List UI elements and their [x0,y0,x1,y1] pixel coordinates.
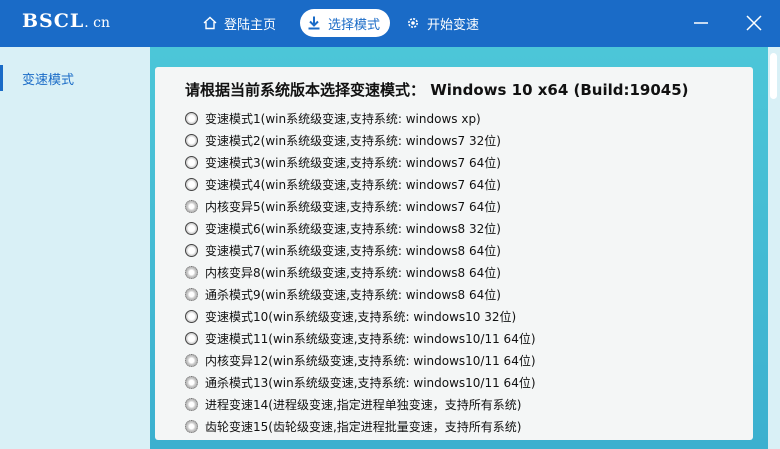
mode-option-label: 变速模式4(win系统级变速,支持系统: windows7 64位) [205,177,501,192]
mode-option-label: 变速模式11(win系统级变速,支持系统: windows10/11 64位) [205,331,536,346]
mode-option-label: 通杀模式13(win系统级变速,支持系统: windows10/11 64位) [205,375,536,390]
mode-option-label: 变速模式7(win系统级变速,支持系统: windows8 64位) [205,243,501,258]
mode-option[interactable]: 变速模式3(win系统级变速,支持系统: windows7 64位) [185,151,745,173]
scrollbar-thumb[interactable] [770,53,777,99]
mode-panel: 请根据当前系统版本选择变速模式： Windows 10 x64 (Build:1… [155,67,753,440]
mode-option-label: 进程变速14(进程级变速,指定进程单独变速，支持所有系统) [205,397,522,412]
mode-option[interactable]: 齿轮变速15(齿轮级变速,指定进程批量变速，支持所有系统) [185,415,745,437]
radio-icon[interactable] [185,221,198,235]
nav-home-label: 登陆主页 [224,17,277,33]
mode-option[interactable]: 内核变异5(win系统级变速,支持系统: windows7 64位) [185,195,745,217]
nav-select-mode[interactable]: 选择模式 [300,9,391,37]
gear-icon[interactable] [185,287,198,301]
home-icon [203,16,217,30]
mode-option-label: 变速模式10(win系统级变速,支持系统: windows10 32位) [205,309,517,324]
sidebar-item-speed-mode[interactable]: 变速模式 [0,65,150,91]
close-icon[interactable] [743,12,765,34]
mode-option[interactable]: 变速模式2(win系统级变速,支持系统: windows7 32位) [185,129,745,151]
mode-option[interactable]: 通杀模式9(win系统级变速,支持系统: windows8 64位) [185,283,745,305]
sidebar-active-indicator [0,65,3,91]
mode-option-label: 内核变异5(win系统级变速,支持系统: windows7 64位) [205,199,501,214]
mode-option[interactable]: 变速模式10(win系统级变速,支持系统: windows10 32位) [185,305,745,327]
nav-start-speed[interactable]: 开始变速 [395,9,489,37]
mode-option-label: 变速模式6(win系统级变速,支持系统: windows8 32位) [205,221,501,236]
gear-icon[interactable] [185,397,198,411]
mode-option-list: 变速模式1(win系统级变速,支持系统: windows xp) 变速模式2(wi… [185,107,745,437]
system-prompt: 请根据当前系统版本选择变速模式： Windows 10 x64 (Build:1… [185,81,689,99]
mode-option[interactable]: 通杀模式13(win系统级变速,支持系统: windows10/11 64位) [185,371,745,393]
app-logo: BSCL. cn [22,10,110,32]
nav-mode-label: 选择模式 [328,17,381,33]
gear-icon[interactable] [185,375,198,389]
mode-option[interactable]: 变速模式1(win系统级变速,支持系统: windows xp) [185,107,745,129]
mode-option-label: 通杀模式9(win系统级变速,支持系统: windows8 64位) [205,287,501,302]
mode-option-label: 齿轮变速15(齿轮级变速,指定进程批量变速，支持所有系统) [205,419,522,434]
scrollbar[interactable] [768,47,780,449]
mode-option[interactable]: 变速模式4(win系统级变速,支持系统: windows7 64位) [185,173,745,195]
radio-icon[interactable] [185,111,198,125]
mode-option[interactable]: 内核变异12(win系统级变速,支持系统: windows10/11 64位) [185,349,745,371]
radio-icon[interactable] [185,155,198,169]
download-icon [308,16,320,30]
gear-icon[interactable] [185,419,198,433]
nav-start-label: 开始变速 [427,17,480,33]
radio-icon[interactable] [185,309,198,323]
title-bar: BSCL. cn 登陆主页 选择模式 开始变速 [0,0,780,47]
mode-option-label: 内核变异8(win系统级变速,支持系统: windows8 64位) [205,265,501,280]
main-area: 请根据当前系统版本选择变速模式： Windows 10 x64 (Build:1… [150,47,768,449]
mode-option[interactable]: 进程变速14(进程级变速,指定进程单独变速，支持所有系统) [185,393,745,415]
logo-main: BSCL [22,10,85,32]
radio-icon[interactable] [185,177,198,191]
radio-icon[interactable] [185,243,198,257]
radio-icon[interactable] [185,133,198,147]
mode-option-label: 变速模式2(win系统级变速,支持系统: windows7 32位) [205,133,501,148]
gear-icon[interactable] [185,265,198,279]
nav-home[interactable]: 登陆主页 [192,9,286,37]
gear-icon[interactable] [185,353,198,367]
sidebar-item-label: 变速模式 [22,73,75,88]
mode-option-label: 变速模式3(win系统级变速,支持系统: windows7 64位) [205,155,501,170]
mode-option[interactable]: 变速模式6(win系统级变速,支持系统: windows8 32位) [185,217,745,239]
sidebar: 变速模式 [0,47,150,449]
mode-option[interactable]: 内核变异8(win系统级变速,支持系统: windows8 64位) [185,261,745,283]
mode-option-label: 变速模式1(win系统级变速,支持系统: windows xp) [205,111,481,126]
mode-option[interactable]: 变速模式11(win系统级变速,支持系统: windows10/11 64位) [185,327,745,349]
minimize-icon[interactable] [690,12,712,34]
logo-suffix: . cn [84,15,111,31]
gear-icon [408,18,418,28]
radio-icon[interactable] [185,331,198,345]
mode-option-label: 内核变异12(win系统级变速,支持系统: windows10/11 64位) [205,353,536,368]
mode-option[interactable]: 变速模式7(win系统级变速,支持系统: windows8 64位) [185,239,745,261]
gear-icon[interactable] [185,199,198,213]
